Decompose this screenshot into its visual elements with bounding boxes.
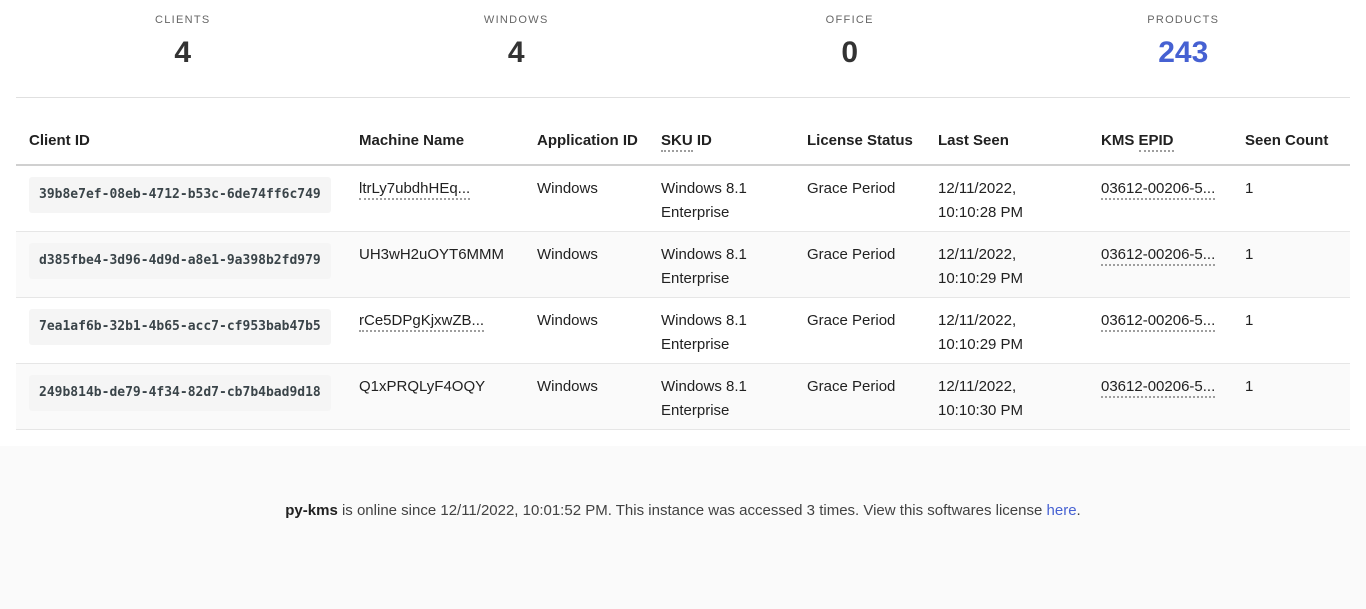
machine-name-value[interactable]: rCe5DPgKjxwZB... [359,312,484,332]
header-last-seen: Last Seen [925,120,1088,165]
license-status-value: Grace Period [794,232,925,298]
sku-id-value: Windows 8.1 Enterprise [648,364,794,430]
last-seen-value: 12/11/2022, 10:10:29 PM [925,298,1088,364]
client-id-value: d385fbe4-3d96-4d9d-a8e1-9a398b2fd979 [29,243,331,279]
kms-epid-value[interactable]: 03612-00206-5... [1101,180,1215,200]
table-row: 249b814b-de79-4f34-82d7-cb7b4bad9d18 Q1x… [16,364,1350,430]
client-id-value: 249b814b-de79-4f34-82d7-cb7b4bad9d18 [29,375,331,411]
stat-products: PRODUCTS 243 [1017,14,1351,70]
last-seen-value: 12/11/2022, 10:10:28 PM [925,165,1088,232]
stat-products-value-link[interactable]: 243 [1158,36,1208,70]
application-id-value: Windows [524,298,648,364]
client-id-value: 39b8e7ef-08eb-4712-b53c-6de74ff6c749 [29,177,331,213]
application-id-value: Windows [524,364,648,430]
stat-clients: CLIENTS 4 [16,14,350,70]
sku-id-value: Windows 8.1 Enterprise [648,298,794,364]
header-kms-epid: KMS EPID [1088,120,1232,165]
sku-id-value: Windows 8.1 Enterprise [648,165,794,232]
footer: py-kms is online since 12/11/2022, 10:01… [0,446,1366,609]
stat-clients-label: CLIENTS [16,14,350,27]
stat-office-value: 0 [683,36,1017,70]
kms-epid-value[interactable]: 03612-00206-5... [1101,246,1215,266]
stat-office: OFFICE 0 [683,14,1017,70]
header-client-id: Client ID [16,120,346,165]
header-seen-count: Seen Count [1232,120,1350,165]
machine-name-value[interactable]: ltrLy7ubdhHEq... [359,180,470,200]
header-machine-name: Machine Name [346,120,524,165]
footer-period: . [1077,502,1081,519]
table-header-row: Client ID Machine Name Application ID SK… [16,120,1350,165]
application-id-value: Windows [524,165,648,232]
footer-status-text: py-kms is online since 12/11/2022, 10:01… [0,446,1366,522]
table-row: 39b8e7ef-08eb-4712-b53c-6de74ff6c749 ltr… [16,165,1350,232]
kms-epid-value[interactable]: 03612-00206-5... [1101,312,1215,332]
clients-table-container: Client ID Machine Name Application ID SK… [16,120,1350,430]
last-seen-value: 12/11/2022, 10:10:30 PM [925,364,1088,430]
stats-section: CLIENTS 4 WINDOWS 4 OFFICE 0 PRODUCTS 24… [16,0,1350,98]
stat-office-label: OFFICE [683,14,1017,27]
app-name: py-kms [285,502,338,519]
application-id-value: Windows [524,232,648,298]
stat-windows: WINDOWS 4 [350,14,684,70]
license-status-value: Grace Period [794,364,925,430]
header-sku-id: SKU ID [648,120,794,165]
stat-products-label: PRODUCTS [1017,14,1351,27]
client-id-value: 7ea1af6b-32b1-4b65-acc7-cf953bab47b5 [29,309,331,345]
machine-name-value: Q1xPRQLyF4OQY [346,364,524,430]
license-status-value: Grace Period [794,165,925,232]
clients-table: Client ID Machine Name Application ID SK… [16,120,1350,430]
last-seen-value: 12/11/2022, 10:10:29 PM [925,232,1088,298]
seen-count-value: 1 [1232,298,1350,364]
machine-name-value: UH3wH2uOYT6MMM [346,232,524,298]
seen-count-value: 1 [1232,364,1350,430]
footer-message: is online since 12/11/2022, 10:01:52 PM.… [338,502,1047,519]
stat-clients-value: 4 [16,36,350,70]
table-row: 7ea1af6b-32b1-4b65-acc7-cf953bab47b5 rCe… [16,298,1350,364]
table-row: d385fbe4-3d96-4d9d-a8e1-9a398b2fd979 UH3… [16,232,1350,298]
license-link[interactable]: here [1047,502,1077,519]
stat-windows-label: WINDOWS [350,14,684,27]
header-license-status: License Status [794,120,925,165]
header-application-id: Application ID [524,120,648,165]
kms-epid-value[interactable]: 03612-00206-5... [1101,378,1215,398]
seen-count-value: 1 [1232,232,1350,298]
stat-windows-value: 4 [350,36,684,70]
license-status-value: Grace Period [794,298,925,364]
sku-id-value: Windows 8.1 Enterprise [648,232,794,298]
seen-count-value: 1 [1232,165,1350,232]
